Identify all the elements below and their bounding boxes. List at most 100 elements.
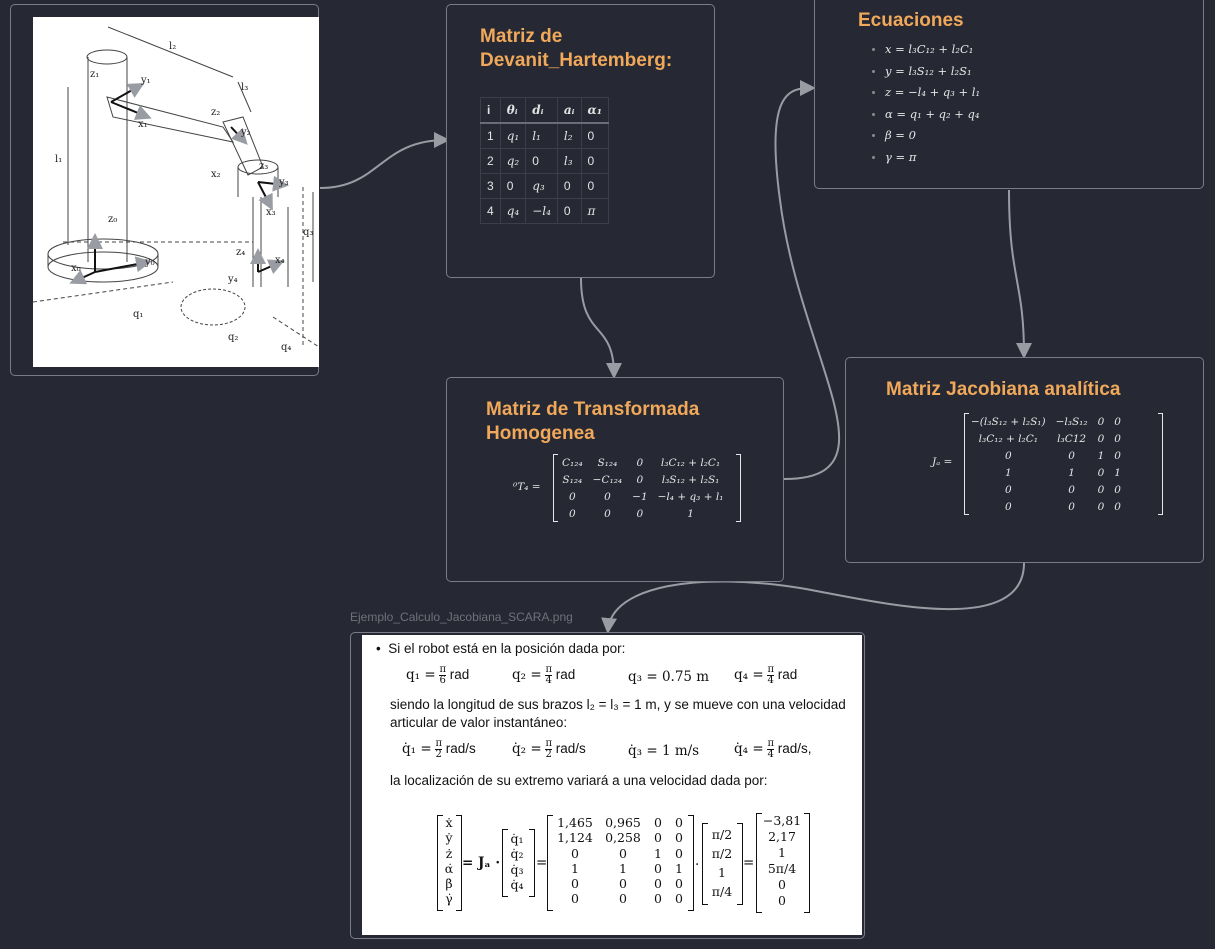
example-line-1: • Si el robot está en la posición dada p…: [376, 641, 626, 656]
example-line-1-text: Si el robot está en la posición dada por…: [388, 641, 626, 656]
num-matrix-col-1: 1,465 1,124 0 1 0 0: [552, 815, 598, 907]
qd4-fraction: π4: [767, 739, 775, 760]
q2-lhs: q₂ =: [512, 667, 542, 684]
velocity-vector: ẋ ẏ ż α̇ β̇ γ̇: [442, 815, 456, 907]
equals-sign: =: [743, 855, 755, 871]
example-image-card[interactable]: • Si el robot está en la posición dada p…: [350, 632, 865, 939]
matrix-cell: 0: [654, 891, 662, 907]
matrix-cell: 1: [571, 860, 579, 876]
qd3-lhs: q̇₃ = 1 m/s: [628, 743, 700, 759]
matrix-cell: 0,258: [605, 830, 641, 846]
robot-label-l1: l₁: [55, 154, 62, 165]
matrix-cell: 0: [654, 830, 662, 846]
qd1-fraction: π2: [435, 739, 443, 760]
matrix-bracket-right: [736, 454, 741, 522]
qd1-unit: rad/s: [445, 741, 476, 757]
qd-num-vector: π/2 π/2 1 π/4: [707, 825, 737, 901]
scara-robot-image: z₁ y₁ x₁ l₂ l₃ l₁ z₂ y₂ x₂ z₃ y₃ x₃ q₃ z…: [32, 17, 320, 367]
robot-label-q1: q₁: [133, 309, 143, 320]
matrix-bracket-right: [1158, 413, 1163, 515]
vector-cell: ẏ: [445, 830, 453, 846]
table-cell: 0: [580, 173, 610, 199]
matrix-cell: 0: [636, 507, 644, 520]
robot-label-x2: x₂: [211, 169, 221, 180]
list-item: y = l₃S₁₂ + l₂S₁: [885, 61, 980, 83]
example-q2: q₂ = π4 rad: [512, 665, 575, 686]
matrix-bracket-right: [688, 815, 694, 911]
example-line-3: articular de valor instantáneo:: [390, 715, 568, 730]
vector-cell: β̇: [445, 876, 453, 892]
dh-matrix-card[interactable]: Matriz de Devanit_Hartemberg: i θᵢ dᵢ aᵢ…: [446, 4, 715, 278]
matrix-cell: 1: [619, 860, 627, 876]
equation-beta: β = 0: [885, 128, 916, 142]
table-cell: 0: [556, 198, 582, 224]
table-row: 4 q₄ −l₄ 0 π: [480, 198, 610, 224]
table-cell: −l₄: [525, 198, 558, 224]
matrix-cell: 0: [568, 490, 576, 503]
qd4-unit: rad/s,: [777, 741, 812, 757]
table-cell: 1: [480, 122, 501, 149]
qd1-den: 2: [435, 749, 442, 760]
equation-gamma: γ = π: [885, 149, 917, 164]
matrix-row: C₁₂₄ S₁₂₄ 0 l₃C₁₂ + l₂C₁: [557, 454, 728, 471]
equations-card[interactable]: Ecuaciones x = l₃C₁₂ + l₂C₁ y = l₃S₁₂ + …: [814, 0, 1204, 189]
example-q4: q₄ = π4 rad: [734, 665, 797, 686]
dh-header-theta: θᵢ: [499, 97, 527, 124]
robot-label-q3: q₃: [303, 227, 313, 238]
robot-label-y4: y₄: [227, 274, 238, 285]
equals-sign: =: [536, 855, 548, 871]
table-cell: 0: [580, 148, 610, 174]
matrix-cell: 0: [1068, 483, 1075, 496]
matrix-cell: 0: [1097, 466, 1105, 479]
table-cell: q₃: [525, 173, 558, 199]
list-item: α = q₁ + q₂ + q₄: [885, 104, 980, 126]
dot-sign: ·: [695, 857, 700, 873]
table-cell: l₂: [556, 122, 582, 149]
matrix-cell: 1: [1114, 466, 1121, 479]
matrix-cell: 0: [1097, 500, 1105, 513]
vector-cell: π/4: [711, 884, 733, 899]
dh-table-header-row: i θᵢ dᵢ aᵢ α₁: [480, 97, 610, 124]
example-qd4: q̇₄ = π4 rad/s,: [734, 739, 812, 760]
matrix-cell: 0: [636, 456, 644, 469]
transform-matrix-card[interactable]: Matriz de Transformada Homogenea ⁰T₄ = C…: [446, 377, 784, 582]
dh-card-title: Matriz de Devanit_Hartemberg:: [480, 26, 673, 71]
table-cell: 3: [480, 173, 501, 199]
matrix-cell: 0: [571, 876, 579, 892]
num-matrix-col-4: 0 0 0 1 0 0: [671, 815, 687, 907]
matrix-cell: 0: [604, 507, 611, 520]
matrix-row: 0000: [966, 481, 1126, 498]
matrix-cell: 0: [675, 876, 683, 892]
example-image-caption: Ejemplo_Calculo_Jacobiana_SCARA.png: [350, 610, 573, 624]
matrix-cell: 0: [1004, 449, 1012, 462]
robot-label-l3: l₃: [241, 82, 248, 93]
example-q3: q₃ = 0.75 m: [628, 669, 709, 685]
matrix-cell: 0: [1114, 449, 1121, 462]
matrix-row: −(l₃S₁₂ + l₂S₁) −l₃S₁₂ 0 0: [966, 413, 1126, 430]
vector-cell: π/2: [711, 846, 733, 861]
matrix-cell: 1: [1068, 466, 1075, 479]
matrix-bracket-right: [804, 813, 810, 913]
q2-unit: rad: [555, 667, 576, 683]
table-cell: l₁: [525, 122, 558, 149]
q4-lhs: q₄ =: [734, 667, 764, 684]
vector-cell: γ̇: [445, 891, 453, 907]
robot-label-z1: z₁: [90, 69, 99, 80]
matrix-row: 0010: [966, 447, 1126, 464]
matrix-cell: 0,965: [605, 815, 641, 830]
matrix-cell: 1: [687, 507, 694, 520]
matrix-cell: 1,465: [557, 815, 593, 830]
example-qd2: q̇₂ = π2 rad/s: [512, 739, 586, 760]
matrix-cell: 0: [1004, 483, 1012, 496]
jacobian-matrix-label: Jₐ =: [932, 456, 953, 468]
robot-label-z0: z₀: [108, 214, 117, 225]
table-row: 3 0 q₃ 0 0: [480, 173, 610, 199]
matrix-cell: 0: [675, 891, 683, 907]
robot-diagram-card[interactable]: z₁ y₁ x₁ l₂ l₃ l₁ z₂ y₂ x₂ z₃ y₃ x₃ q₃ z…: [10, 4, 320, 376]
matrix-cell: S₁₂₄: [597, 456, 618, 469]
matrix-cell: 1: [654, 845, 662, 861]
jacobian-matrix-card[interactable]: Matriz Jacobiana analítica Jₐ = −(l₃S₁₂ …: [845, 357, 1204, 563]
example-line-4: la localización de su extremo variará a …: [390, 773, 768, 788]
q4-unit: rad: [777, 667, 798, 683]
dh-header-d: dᵢ: [525, 97, 558, 124]
